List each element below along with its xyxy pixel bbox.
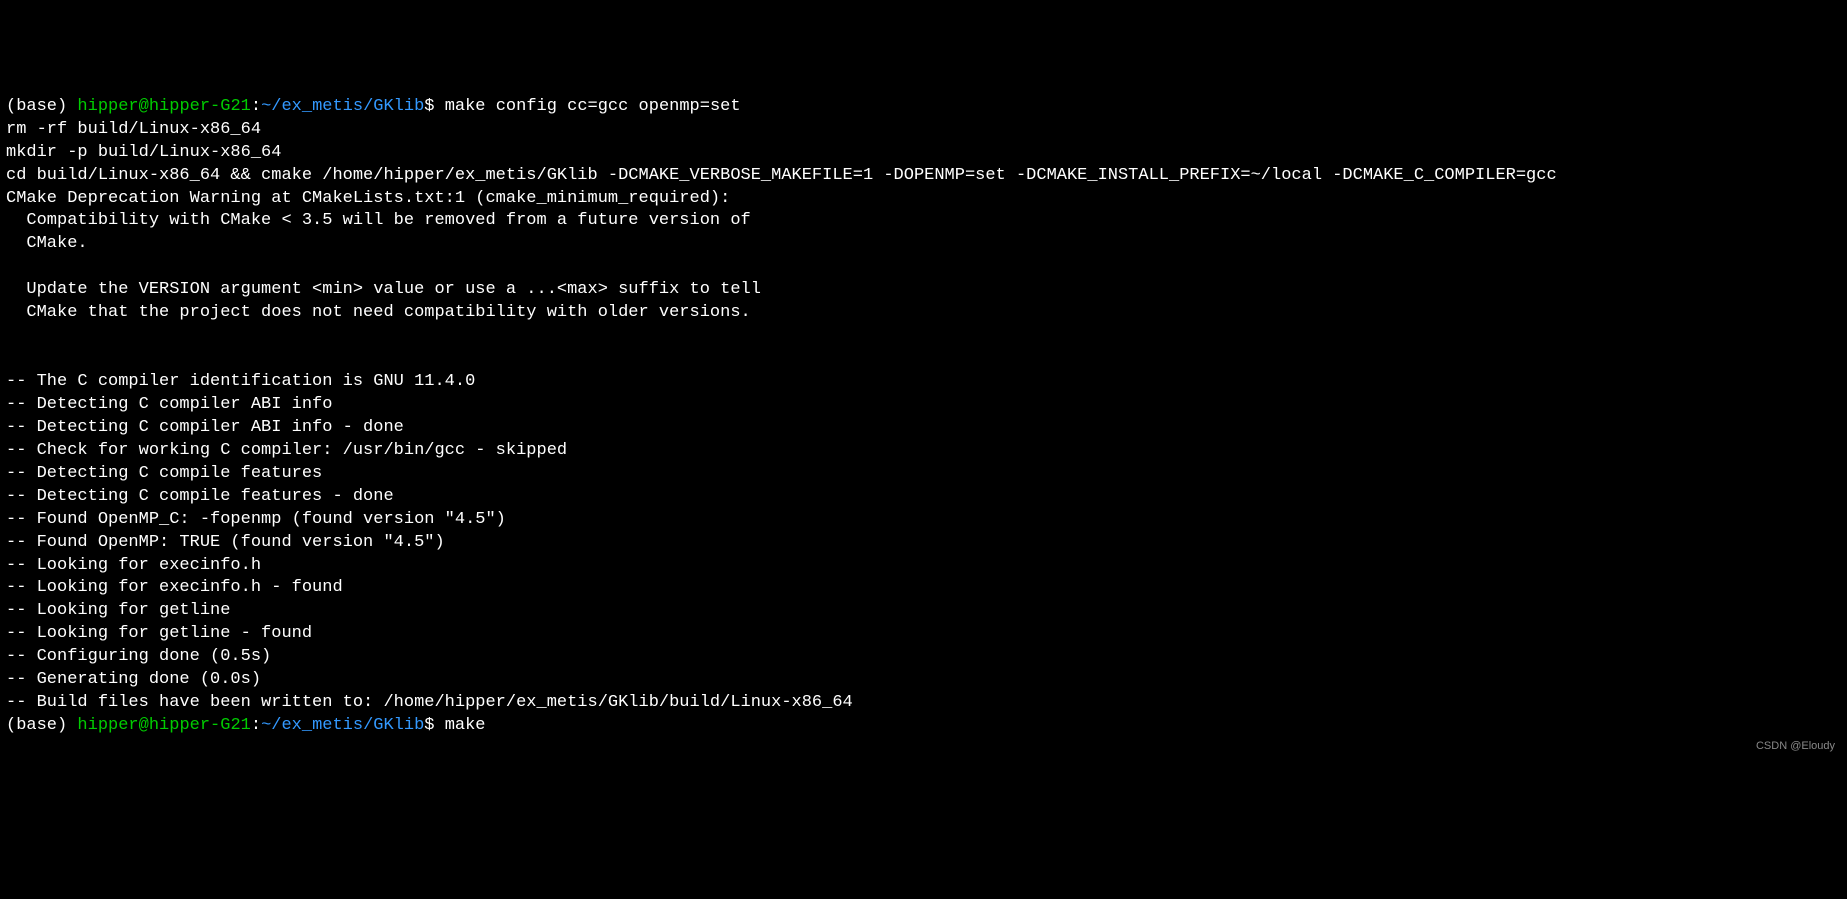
prompt-env: (base) <box>6 716 77 735</box>
prompt-path: ~/ex_metis/GKlib <box>261 716 424 735</box>
output-line: -- Generating done (0.0s) <box>6 670 261 689</box>
output-line: -- Found OpenMP: TRUE (found version "4.… <box>6 533 445 552</box>
output-line: CMake that the project does not need com… <box>6 303 751 322</box>
output-line: CMake Deprecation Warning at CMakeLists.… <box>6 189 730 208</box>
output-line: -- Looking for execinfo.h - found <box>6 578 343 597</box>
output-line: -- Detecting C compiler ABI info <box>6 395 332 414</box>
prompt-line-2: (base) hipper@hipper-G21:~/ex_metis/GKli… <box>6 716 486 735</box>
prompt-dollar: $ <box>424 716 444 735</box>
output-line: CMake. <box>6 234 88 253</box>
output-line: Compatibility with CMake < 3.5 will be r… <box>6 211 751 230</box>
output-line: mkdir -p build/Linux-x86_64 <box>6 143 281 162</box>
prompt-env: (base) <box>6 97 77 116</box>
prompt-user-host: hipper@hipper-G21 <box>77 97 250 116</box>
output-line: -- Looking for getline - found <box>6 624 312 643</box>
prompt-colon: : <box>251 97 261 116</box>
output-line: -- Configuring done (0.5s) <box>6 647 271 666</box>
prompt-user-host: hipper@hipper-G21 <box>77 716 250 735</box>
prompt-dollar: $ <box>424 97 444 116</box>
command-input: make <box>445 716 486 735</box>
output-line: -- Check for working C compiler: /usr/bi… <box>6 441 567 460</box>
output-line: -- Found OpenMP_C: -fopenmp (found versi… <box>6 510 506 529</box>
output-line: -- Detecting C compiler ABI info - done <box>6 418 404 437</box>
output-line: -- Looking for getline <box>6 601 230 620</box>
command-input: make config cc=gcc openmp=set <box>445 97 741 116</box>
output-line: cd build/Linux-x86_64 && cmake /home/hip… <box>6 166 1557 185</box>
prompt-colon: : <box>251 716 261 735</box>
output-line: -- The C compiler identification is GNU … <box>6 372 475 391</box>
watermark: CSDN @Eloudy <box>1756 739 1835 754</box>
prompt-line-1: (base) hipper@hipper-G21:~/ex_metis/GKli… <box>6 97 741 116</box>
output-line: -- Looking for execinfo.h <box>6 556 261 575</box>
output-line: -- Build files have been written to: /ho… <box>6 693 853 712</box>
output-line: -- Detecting C compile features - done <box>6 487 394 506</box>
prompt-path: ~/ex_metis/GKlib <box>261 97 424 116</box>
output-line: Update the VERSION argument <min> value … <box>6 280 761 299</box>
output-line: rm -rf build/Linux-x86_64 <box>6 120 261 139</box>
output-line: -- Detecting C compile features <box>6 464 322 483</box>
terminal-content[interactable]: (base) hipper@hipper-G21:~/ex_metis/GKli… <box>6 96 1841 738</box>
